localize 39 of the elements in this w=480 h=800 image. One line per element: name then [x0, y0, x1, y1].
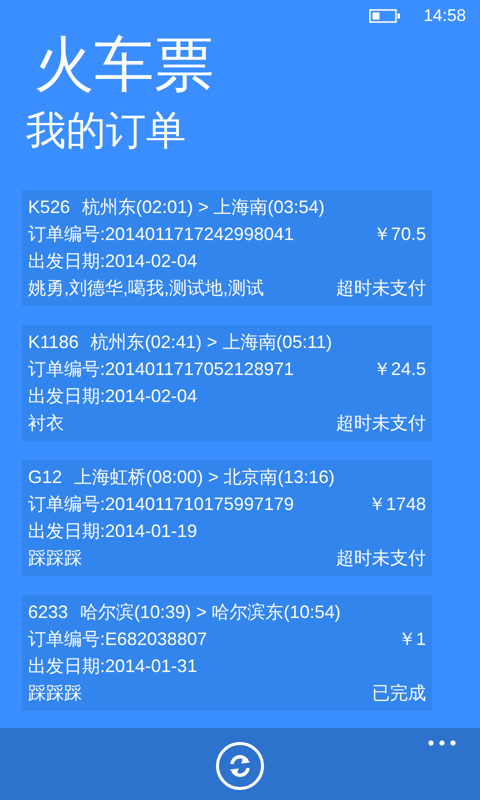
route-text: 哈尔滨(10:39) > 哈尔滨东(10:54) — [80, 601, 341, 624]
train-number: K526 — [28, 196, 70, 219]
order-status: 超时未支付 — [336, 412, 426, 435]
price: ￥70.5 — [372, 223, 426, 246]
battery-icon — [369, 9, 402, 23]
order-card[interactable]: 6233 哈尔滨(10:39) > 哈尔滨东(10:54) 订单编号:E682038807 ￥1 出发日期:2014-01-31 踩踩踩 已完成 — [22, 595, 432, 711]
more-icon[interactable] — [428, 740, 456, 746]
order-number: 订单编号:E682038807 — [28, 628, 208, 651]
train-number: G12 — [28, 466, 62, 489]
order-number: 订单编号:2014011710175997179 — [28, 493, 294, 516]
app-title: 火车票 — [33, 30, 215, 100]
order-status: 超时未支付 — [336, 277, 426, 300]
passenger-names: 衬衣 — [28, 412, 64, 435]
price: ￥24.5 — [372, 358, 426, 381]
clock-time: 14:58 — [423, 5, 466, 28]
order-card[interactable]: K526 杭州东(02:01) > 上海南(03:54) 订单编号:2014011717242998041 ￥70.5 出发日期:2014-02-04 姚勇,刘德华,噶我,测试地,测试 超时未支付 — [22, 190, 432, 306]
refresh-button[interactable] — [216, 742, 264, 790]
route-text: 上海虹桥(08:00) > 北京南(13:16) — [74, 466, 335, 489]
order-card[interactable]: G12 上海虹桥(08:00) > 北京南(13:16) 订单编号:2014011710175997179 ￥1748 出发日期:2014-01-19 踩踩踩 超时未支付 — [22, 460, 432, 576]
price: ￥1 — [398, 628, 426, 651]
order-number: 订单编号:2014011717052128971 — [28, 358, 294, 381]
order-card[interactable]: K1186 杭州东(02:41) > 上海南(05:11) 订单编号:2014011717052128971 ￥24.5 出发日期:2014-02-04 衬衣 超时未支付 — [22, 325, 432, 441]
order-status: 已完成 — [372, 682, 426, 705]
departure-date: 出发日期:2014-01-31 — [28, 655, 198, 678]
order-status: 超时未支付 — [336, 547, 426, 570]
passenger-names: 姚勇,刘德华,噶我,测试地,测试 — [28, 277, 264, 300]
passenger-names: 踩踩踩 — [28, 682, 82, 705]
train-number: 6233 — [28, 601, 68, 624]
route-text: 杭州东(02:41) > 上海南(05:11) — [90, 331, 332, 354]
departure-date: 出发日期:2014-01-19 — [28, 520, 198, 543]
refresh-icon — [227, 753, 253, 779]
route-text: 杭州东(02:01) > 上海南(03:54) — [82, 196, 325, 219]
pivot-header[interactable]: 我的订单 — [26, 106, 186, 156]
price: ￥1748 — [368, 493, 426, 516]
order-number: 订单编号:2014011717242998041 — [28, 223, 294, 246]
departure-date: 出发日期:2014-02-04 — [28, 250, 198, 273]
passenger-names: 踩踩踩 — [28, 547, 82, 570]
train-number: K1186 — [28, 331, 79, 354]
departure-date: 出发日期:2014-02-04 — [28, 385, 198, 408]
